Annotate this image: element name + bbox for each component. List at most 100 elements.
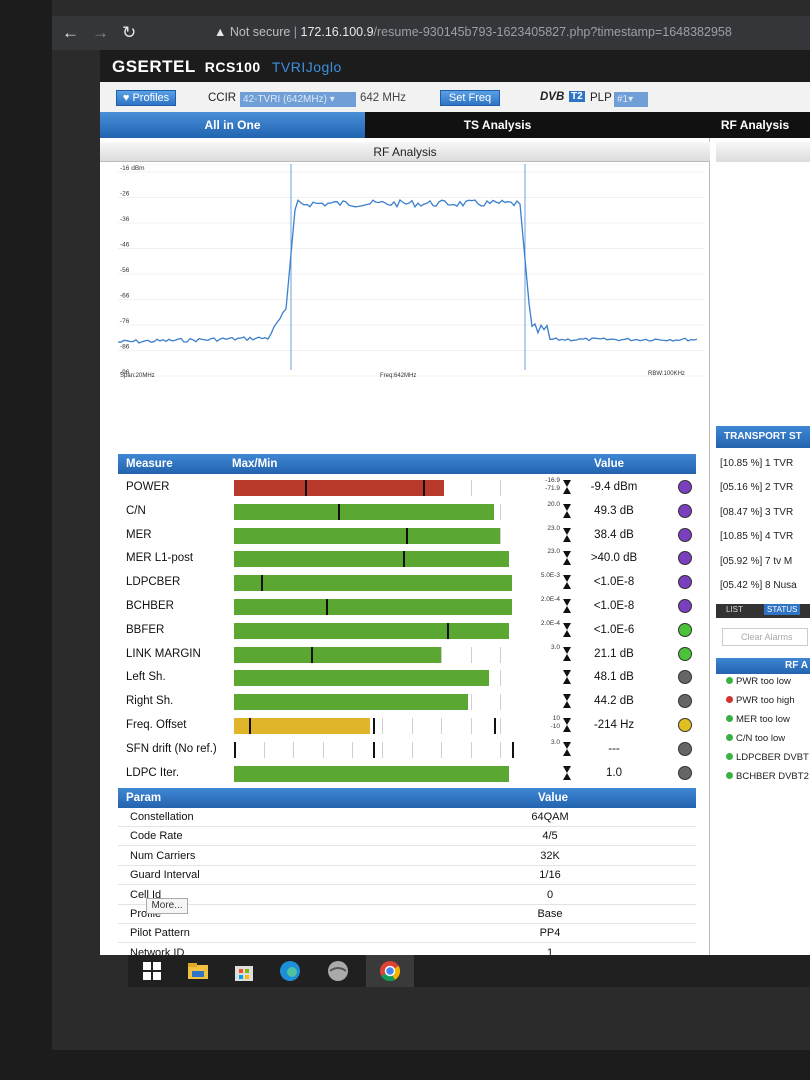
measure-value: -214 Hz — [593, 719, 635, 731]
limit-marker — [402, 551, 405, 568]
app-disc-icon[interactable] — [326, 959, 350, 983]
ts-service-item[interactable]: [10.85 %] 1 TVR — [720, 458, 793, 469]
tab-rf-analysis[interactable]: RF Analysis — [630, 112, 810, 138]
measure-row: BCHBER 2.0E-4 <1.0E-8 — [118, 595, 696, 619]
status-led-icon — [678, 599, 692, 613]
measure-label: LINK MARGIN — [126, 647, 201, 660]
measure-bar-fill — [234, 765, 510, 782]
clear-alarms-button[interactable]: Clear Alarms — [722, 628, 808, 646]
alarm-label: BCHBER DVBT2 — [736, 771, 809, 782]
param-value: 0 — [546, 888, 554, 901]
profiles-button[interactable]: ♥ Profiles — [116, 90, 176, 106]
back-arrow-icon[interactable]: ← — [62, 23, 79, 43]
freq-label: Freq:642MHz — [380, 373, 416, 379]
param-value: PP4 — [539, 927, 561, 940]
max-min-value: -16.9 -71.9 — [545, 477, 560, 492]
param-label: Code Rate — [130, 830, 183, 843]
measure-bar — [234, 599, 530, 615]
measure-row: MER 23.0 38.4 dB — [118, 524, 696, 548]
set-freq-button[interactable]: Set Freq — [440, 90, 500, 106]
ts-service-item[interactable]: [05.92 %] 7 tv M — [720, 556, 792, 567]
measure-bar — [234, 527, 530, 544]
spectrum-trace — [118, 198, 698, 344]
measure-bar-fill — [234, 646, 442, 663]
edge-browser-icon[interactable] — [278, 959, 302, 983]
status-tab[interactable]: STATUS — [764, 604, 801, 615]
measure-label: LDPCBER — [126, 576, 181, 589]
hourglass-icon[interactable] — [562, 765, 572, 781]
param-row: Network ID 1 — [118, 944, 696, 955]
measure-value: 48.1 dB — [594, 671, 634, 684]
rf-alarm-header: RF A — [716, 658, 810, 674]
tab-ts-analysis[interactable]: TS Analysis — [365, 112, 630, 138]
limit-marker — [337, 503, 340, 520]
measure-bar — [234, 694, 530, 711]
hourglass-icon[interactable] — [562, 503, 572, 519]
status-led-icon — [678, 670, 692, 685]
ts-service-item[interactable]: [05.16 %] 2 TVR — [720, 482, 793, 493]
chrome-browser-icon[interactable] — [378, 959, 402, 983]
rf-alarm-item: LDPCBER DVBT — [726, 752, 809, 763]
limit-marker — [325, 599, 328, 615]
measure-bar-fill — [234, 670, 489, 687]
measure-bar-fill — [234, 622, 510, 639]
hourglass-icon[interactable] — [562, 669, 572, 685]
ts-service-item[interactable]: [05.42 %] 8 Nusa — [720, 580, 797, 591]
alarm-label: PWR too high — [736, 695, 795, 706]
hourglass-icon[interactable] — [562, 479, 572, 495]
ts-service-item[interactable]: [08.47 %] 3 TVR — [720, 507, 793, 518]
hourglass-icon[interactable] — [562, 550, 572, 566]
measure-label: POWER — [126, 481, 170, 493]
measure-label: LDPC Iter. — [126, 766, 180, 779]
measure-label: Left Sh. — [126, 671, 166, 684]
status-led-icon — [678, 694, 692, 709]
hourglass-icon[interactable] — [562, 598, 572, 614]
measure-row: LDPCBER 5.0E-3 <1.0E-8 — [118, 571, 696, 595]
plp-select[interactable]: #1▾ — [614, 92, 648, 107]
measure-bar — [234, 480, 530, 496]
site-name: TVRIJoglo — [271, 59, 342, 75]
url-field[interactable]: ▲ Not secure | 172.16.100.9/resume-93014… — [214, 25, 732, 39]
browser-address-bar: ← → ↻ ▲ Not secure | 172.16.100.9/resume… — [52, 16, 810, 50]
hourglass-icon[interactable] — [562, 574, 572, 590]
hourglass-icon[interactable] — [562, 717, 572, 733]
more-button[interactable]: More... — [146, 898, 188, 914]
hourglass-icon[interactable] — [562, 527, 572, 543]
measure-bar-fill — [234, 527, 501, 544]
app-header: GSERTEL RCS100 TVRIJoglo — [100, 50, 810, 82]
rf-alarm-item: PWR too high — [726, 695, 795, 706]
store-icon[interactable] — [232, 959, 256, 983]
reload-icon[interactable]: ↻ — [122, 23, 136, 43]
ts-service-item[interactable]: [10.85 %] 4 TVR — [720, 531, 793, 542]
tab-bar: All in One TS Analysis RF Analysis — [100, 112, 810, 138]
channel-select[interactable]: 42-TVRI (642MHz) ▾ — [240, 92, 356, 107]
list-tab[interactable]: LIST — [726, 605, 743, 614]
measure-value: 38.4 dB — [594, 528, 634, 541]
spectrum-y-label: -66 — [120, 293, 130, 300]
windows-start-icon[interactable] — [140, 959, 164, 983]
measure-bar — [234, 646, 530, 663]
hourglass-icon[interactable] — [562, 646, 572, 662]
status-led-icon — [678, 765, 692, 780]
spectrum-y-label: -36 — [120, 216, 130, 223]
model-name: RCS100 — [204, 59, 261, 75]
file-explorer-icon[interactable] — [186, 959, 210, 983]
measure-row: Left Sh. 48.1 dB — [118, 666, 696, 690]
forward-arrow-icon[interactable]: → — [92, 23, 109, 43]
tab-all-in-one[interactable]: All in One — [100, 112, 365, 138]
hourglass-icon[interactable] — [562, 622, 572, 638]
heart-icon: ♥ — [122, 92, 130, 104]
alarm-dot-icon — [726, 715, 733, 722]
hourglass-icon[interactable] — [562, 693, 572, 709]
hourglass-icon[interactable] — [562, 741, 572, 757]
spectrum-y-label: -56 — [120, 267, 130, 274]
status-led-icon — [678, 527, 692, 542]
span-label: Span:20MHz — [120, 373, 155, 379]
measure-row: Right Sh. 44.2 dB — [118, 690, 696, 714]
chevron-down-icon: ▾ — [628, 94, 634, 105]
measure-value: 21.1 dB — [594, 647, 634, 660]
measure-bar — [234, 765, 530, 782]
alarm-dot-icon — [726, 734, 733, 741]
param-value: Base — [537, 908, 563, 920]
measure-bar — [234, 670, 530, 687]
